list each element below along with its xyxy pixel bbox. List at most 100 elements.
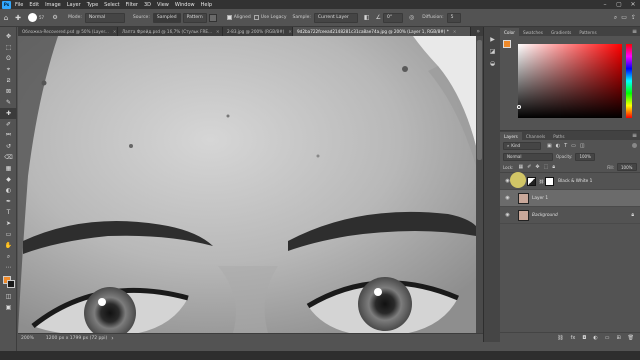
menu-type[interactable]: Type [87, 2, 98, 8]
lasso-icon[interactable]: ʘ [0, 53, 17, 64]
play-icon[interactable]: ▶ [484, 33, 501, 45]
home-icon[interactable]: ⌂ [0, 14, 12, 22]
sample-select[interactable]: Current Layer [313, 12, 358, 23]
hand-icon[interactable]: ✋ [0, 240, 17, 251]
delete-layer-icon[interactable]: 🗑︎ [628, 335, 634, 341]
properties-icon[interactable]: ◪ [484, 45, 501, 57]
tab-channels[interactable]: Channels [522, 132, 549, 140]
tab-document-2[interactable]: Лапта Фрейд.psd @ 16,7% (Стульк FRE... ✕ [118, 27, 223, 36]
tab-document-1[interactable]: Обложка-Recovered.psd @ 50% (Layer... ✕ [18, 27, 118, 36]
source-sampled-button[interactable]: Sampled [152, 12, 181, 23]
fill-field[interactable]: 100% [617, 163, 637, 171]
fg-bg-swatches[interactable] [503, 40, 515, 52]
screen-mode-icon[interactable]: ▣ [0, 302, 17, 313]
menu-image[interactable]: Image [45, 2, 61, 8]
pen-icon[interactable]: ✒ [0, 196, 17, 207]
more-icon[interactable]: ⋯ [0, 262, 17, 273]
angle-field[interactable]: 0° [382, 12, 403, 23]
tab-document-3[interactable]: 2-83.jpg @ 200% (RGB/8#) ✕ [223, 27, 293, 36]
layer-row-adjustment[interactable]: ◉ ⛓︎ Black & White 1 [500, 172, 640, 190]
pattern-swatch[interactable] [208, 13, 217, 22]
quick-mask-icon[interactable]: ◫ [0, 291, 17, 302]
menu-layer[interactable]: Layer [67, 2, 81, 8]
menu-file[interactable]: File [15, 2, 23, 8]
saturation-brightness-field[interactable] [518, 44, 622, 118]
eraser-icon[interactable]: ⌫ [0, 152, 17, 163]
document-canvas[interactable] [18, 36, 476, 333]
frame-icon[interactable]: ⊠ [0, 86, 17, 97]
layer-name[interactable]: Black & White 1 [558, 179, 592, 184]
tab-paths[interactable]: Paths [549, 132, 568, 140]
mode-select[interactable]: Normal [84, 12, 125, 23]
tab-color[interactable]: Color [500, 28, 519, 36]
close-button[interactable]: ✕ [626, 1, 640, 8]
filter-type-icon[interactable]: T [564, 143, 567, 149]
blur-icon[interactable]: ◆ [0, 174, 17, 185]
add-mask-icon[interactable]: ◘ [582, 335, 586, 341]
search-icon[interactable]: ⌕ [614, 14, 617, 22]
tabs-overflow-icon[interactable]: » [476, 28, 480, 35]
lock-transparent-icon[interactable]: ▦ [518, 164, 523, 170]
eyedropper-icon[interactable]: ✎ [0, 97, 17, 108]
panel-menu-icon[interactable]: ≡ [632, 132, 637, 139]
tab-gradients[interactable]: Gradients [547, 28, 575, 36]
new-group-icon[interactable]: ▭ [605, 335, 610, 341]
filter-shape-icon[interactable]: ▭ [571, 143, 576, 149]
brush-icon[interactable]: ✐ [0, 119, 17, 130]
path-select-icon[interactable]: ➤ [0, 218, 17, 229]
filter-pixel-icon[interactable]: ▣ [547, 143, 552, 149]
type-icon[interactable]: T [0, 207, 17, 218]
marquee-icon[interactable]: ⬚ [0, 42, 17, 53]
tab-document-4[interactable]: 9d2ba722fceead2148281c31ca8ae74a.jpg @ 2… [293, 27, 471, 36]
healing-brush-preset-icon[interactable]: ✚ [12, 14, 24, 22]
history-brush-icon[interactable]: ↺ [0, 141, 17, 152]
close-icon[interactable]: ✕ [288, 29, 292, 34]
pressure-size-icon[interactable]: ◎ [409, 14, 414, 21]
use-legacy-checkbox[interactable] [253, 15, 259, 20]
layer-row-background[interactable]: ◉ Background 🔒︎ [500, 207, 640, 224]
color-swatches[interactable] [0, 275, 17, 291]
move-icon[interactable]: ✥ [0, 31, 17, 42]
layer-mask-thumbnail[interactable] [545, 176, 555, 186]
blend-mode-select[interactable]: Normal [503, 152, 553, 161]
fx-icon[interactable]: fx [571, 335, 576, 341]
ignore-adjustment-icon[interactable]: ◧ [364, 14, 370, 21]
clone-stamp-icon[interactable]: ⎃ [0, 130, 17, 141]
source-pattern-button[interactable]: Pattern [182, 12, 207, 23]
new-layer-icon[interactable]: ⊞ [616, 335, 620, 341]
filter-smart-icon[interactable]: ◫ [580, 143, 585, 149]
foreground-color-swatch[interactable] [503, 40, 511, 48]
healing-icon[interactable]: ✚ [0, 108, 17, 119]
minimize-button[interactable]: – [598, 1, 612, 8]
tab-patterns[interactable]: Patterns [575, 28, 600, 36]
panel-menu-icon[interactable]: ≡ [632, 28, 637, 35]
tab-layers[interactable]: Layers [500, 132, 522, 140]
maximize-button[interactable]: ▢ [612, 1, 626, 8]
lock-image-icon[interactable]: ✐ [527, 164, 531, 170]
visibility-eye-icon[interactable]: ◉ [503, 195, 512, 201]
layer-name[interactable]: Layer 1 [532, 196, 548, 201]
menu-select[interactable]: Select [104, 2, 119, 8]
menu-edit[interactable]: Edit [29, 2, 39, 8]
filter-adjustment-icon[interactable]: ◐ [556, 143, 560, 149]
hue-slider[interactable] [626, 44, 632, 118]
diffusion-field[interactable]: 5 [446, 12, 461, 23]
new-adjustment-icon[interactable]: ◐ [593, 335, 597, 341]
adjustments-icon[interactable]: ◒ [484, 57, 501, 69]
chevron-right-icon[interactable]: › [111, 335, 113, 342]
close-icon[interactable]: ✕ [216, 29, 220, 34]
lock-artboard-icon[interactable]: ⬚ [544, 164, 549, 170]
color-picker-cursor[interactable] [517, 105, 521, 109]
layer-kind-select[interactable]: ⌕ Kind [503, 141, 541, 150]
layer-name[interactable]: Background [532, 213, 558, 218]
visibility-eye-icon[interactable]: ◉ [503, 212, 512, 218]
brush-settings-icon[interactable]: ⚙ [50, 14, 60, 21]
crop-icon[interactable]: ⧄ [0, 75, 17, 86]
layer-row-pixel[interactable]: ◉ Layer 1 [500, 190, 640, 207]
menu-view[interactable]: View [157, 2, 169, 8]
lock-all-icon[interactable]: 🔒︎ [552, 164, 555, 170]
background-color-swatch[interactable] [7, 280, 15, 288]
brush-size-picker[interactable]: 57 [28, 13, 44, 22]
close-icon[interactable]: ✕ [113, 29, 117, 34]
menu-3d[interactable]: 3D [144, 2, 151, 8]
